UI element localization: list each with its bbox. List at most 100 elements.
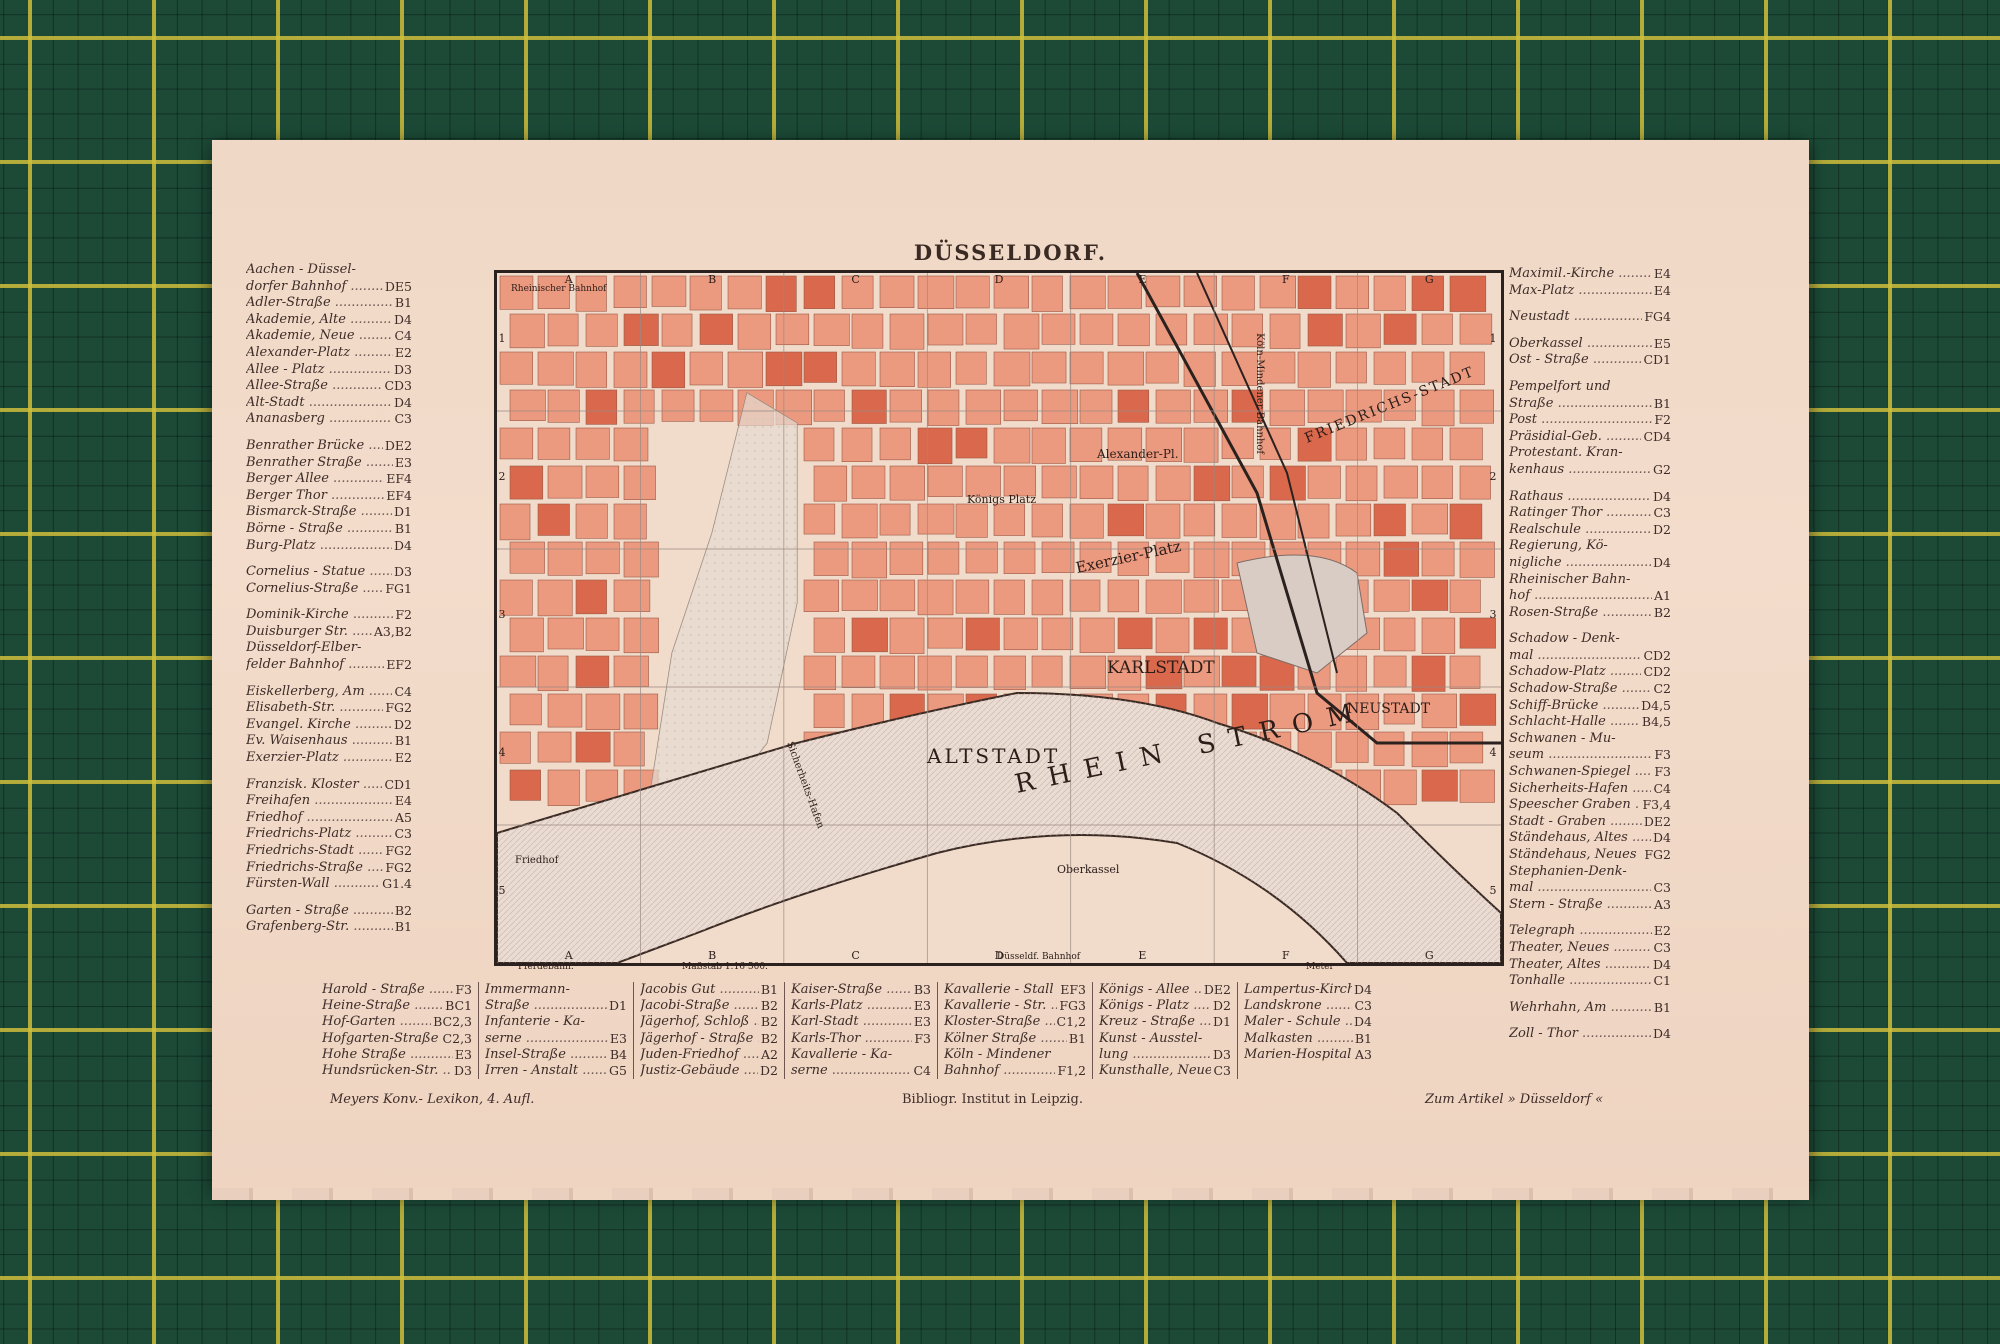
city-block — [727, 351, 764, 388]
index-entry-grid-ref: B4,5 — [1641, 714, 1671, 730]
index-entry-name: Kunst - Ausstel- — [1099, 1030, 1203, 1046]
index-entry-name: Jacobi-Straße — [640, 998, 759, 1014]
index-entry-name: Theater, Neues — [1509, 940, 1651, 957]
city-block — [851, 541, 888, 579]
city-block — [1421, 617, 1456, 654]
city-block — [1449, 731, 1484, 764]
index-entry-name: Jägerhof, Schloß — [640, 1014, 759, 1030]
index-entry-name: Schwanen-Spiegel — [1509, 764, 1652, 781]
index-entry-grid-ref: A3,B2 — [373, 623, 412, 639]
city-block — [1383, 617, 1416, 652]
index-entry-grid-ref: A2 — [761, 1046, 778, 1062]
grid-column-label: G — [1425, 949, 1434, 962]
city-block — [1449, 427, 1483, 461]
city-block — [575, 503, 608, 539]
index-entry: Elisabeth-Str.FG2 — [246, 700, 412, 717]
city-block — [841, 427, 873, 463]
index-entry-name: Ananasberg — [246, 411, 392, 428]
city-block — [509, 541, 545, 574]
index-entry: Duisburger Str.A3,B2 — [246, 624, 412, 641]
index-entry-name: Duisburger Str. — [246, 624, 372, 641]
index-entry: Ständehaus, NeuesFG2 — [1509, 847, 1671, 864]
city-block — [927, 313, 964, 346]
index-entry: Ev. WaisenhausB1 — [246, 733, 412, 750]
city-block — [1107, 579, 1140, 613]
index-entry: Immermann- — [485, 982, 627, 998]
city-block — [1003, 389, 1038, 422]
city-block — [1155, 465, 1191, 501]
index-entry: Friedrichs-StraßeFG2 — [246, 860, 412, 877]
index-entry-name: Jägerhof - Straße — [640, 1031, 759, 1047]
city-block — [1069, 275, 1106, 310]
city-block — [1383, 313, 1417, 345]
index-entry: Allee-StraßeCD3 — [246, 378, 412, 395]
index-entry-grid-ref: C1 — [1653, 973, 1671, 989]
city-block — [623, 389, 655, 424]
index-entry: FreihafenE4 — [246, 793, 412, 810]
index-entry: Stern - StraßeA3 — [1509, 897, 1671, 914]
index-entry: Kölner StraßeB1 — [944, 1031, 1086, 1047]
city-block — [1117, 389, 1150, 423]
label-friedhof: Friedhof — [515, 855, 560, 866]
index-entry-grid-ref: FG2 — [385, 843, 412, 858]
index-entry-name: Evangel. Kirche — [246, 717, 392, 734]
bottom-index-column: Kaiser-StraßeB3Karls-PlatzE3Karl-StadtE3… — [784, 982, 937, 1080]
city-block — [803, 655, 837, 691]
city-block — [585, 465, 620, 498]
bottom-index-column: Lampertus-KircheD4LandskroneC3Maler - Sc… — [1237, 982, 1378, 1080]
city-block — [499, 427, 534, 460]
index-entry-name: Bismarck-Straße — [246, 504, 392, 521]
index-entry-name: Kreuz - Straße — [1099, 1014, 1211, 1030]
index-entry: Rheinischer Bahn- — [1509, 572, 1671, 589]
city-block — [993, 427, 1031, 464]
index-entry-name: Königs - Allee — [1099, 982, 1202, 998]
index-entry-name: Juden-Friedhof — [640, 1047, 759, 1063]
index-entry-grid-ref: C3 — [1653, 880, 1671, 896]
city-block — [1003, 465, 1037, 497]
index-entry-name: felder Bahnhof — [246, 657, 384, 674]
city-block — [547, 313, 579, 347]
index-entry-name: Allee-Straße — [246, 378, 382, 395]
index-entry: Grafenberg-Str.B1 — [246, 919, 412, 936]
index-entry-grid-ref: B1 — [1068, 1030, 1086, 1046]
index-gap — [246, 893, 412, 903]
index-entry: AnanasbergC3 — [246, 411, 412, 428]
index-entry-grid-ref: C2 — [1653, 681, 1671, 697]
label-neustadt: NEUSTADT — [1347, 701, 1431, 717]
city-block — [879, 655, 915, 690]
index-entry: Kunsthalle, NeueC3 — [1099, 1063, 1231, 1079]
index-entry-grid-ref: B2 — [760, 998, 778, 1014]
city-block — [575, 731, 611, 763]
city-block — [1069, 503, 1104, 539]
city-block — [613, 655, 649, 687]
index-entry-name: Lampertus-Kirche — [1244, 982, 1352, 998]
index-entry: Theater, AltesD4 — [1509, 957, 1671, 974]
index-gap — [1509, 326, 1671, 336]
grid-row-label: 4 — [499, 746, 506, 759]
city-block — [1411, 731, 1448, 768]
city-block — [623, 617, 659, 654]
grid-row-label: 1 — [1490, 332, 1497, 345]
index-entry-name: Harold - Straße — [322, 982, 453, 998]
city-block — [1459, 769, 1495, 803]
city-block — [1041, 617, 1074, 651]
city-block — [1079, 313, 1114, 345]
index-entry-grid-ref: FG3 — [1059, 998, 1086, 1014]
scale-right: Meter — [1306, 962, 1334, 972]
index-entry: Aachen - Düssel- — [246, 262, 412, 279]
city-block — [1373, 351, 1406, 385]
city-block — [813, 617, 845, 653]
index-entry: Alt-StadtD4 — [246, 395, 412, 412]
city-block — [613, 427, 649, 462]
index-entry: Friedrichs-PlatzC3 — [246, 826, 412, 843]
city-block — [623, 693, 659, 730]
city-block — [955, 503, 988, 538]
city-block — [1031, 275, 1063, 312]
index-entry-grid-ref: A3 — [1654, 896, 1671, 912]
index-entry-name: seum — [1509, 747, 1652, 764]
index-entry-name: Grafenberg-Str. — [246, 919, 393, 936]
label-bottom-station: Düsseldf. Bahnhof — [997, 952, 1081, 962]
city-block — [813, 693, 845, 728]
city-block — [803, 427, 835, 462]
index-entry-name: Rathaus — [1509, 489, 1651, 506]
